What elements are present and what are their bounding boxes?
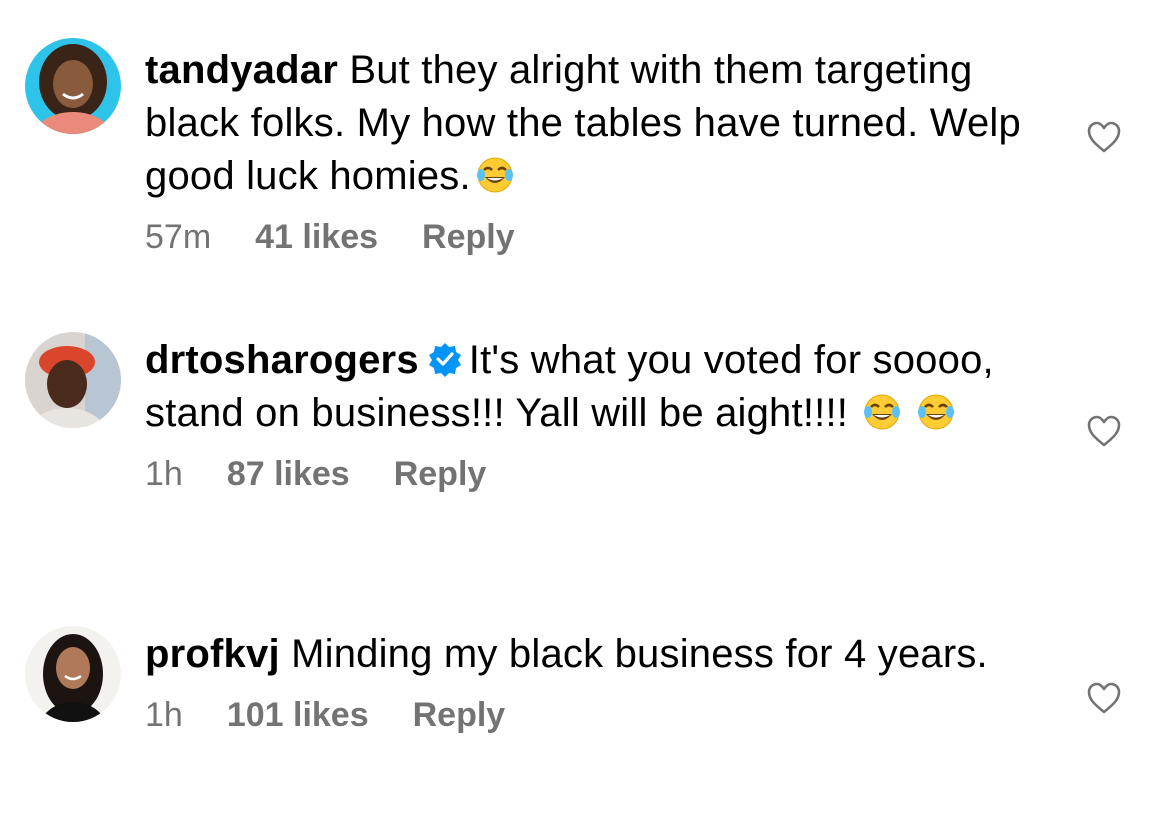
likes-count[interactable]: 41 likes — [255, 217, 378, 257]
heart-outline-icon[interactable] — [1086, 120, 1122, 154]
comment-meta: 1h 87 likes Reply — [145, 454, 1045, 494]
avatar[interactable] — [25, 626, 121, 722]
face-with-tears-of-joy-emoji — [476, 157, 513, 193]
timestamp: 57m — [145, 218, 212, 256]
avatar[interactable] — [25, 332, 121, 428]
reply-button[interactable]: Reply — [394, 454, 487, 494]
comment-text: tandyadar But they alright with them tar… — [145, 44, 1045, 203]
comment-text: drtosharogers It's what you voted for soo… — [145, 334, 1045, 440]
timestamp: 1h — [145, 455, 183, 493]
comment-body: Minding my black business for 4 years. — [291, 632, 988, 676]
face-with-tears-of-joy-emoji — [864, 394, 901, 430]
timestamp: 1h — [145, 696, 183, 734]
face-with-tears-of-joy-emoji — [918, 394, 955, 430]
heart-outline-icon[interactable] — [1086, 414, 1122, 448]
username[interactable]: profkvj — [145, 632, 280, 676]
likes-count[interactable]: 87 likes — [227, 454, 350, 494]
likes-count[interactable]: 101 likes — [227, 695, 369, 735]
username[interactable]: drtosharogers — [145, 338, 419, 382]
username[interactable]: tandyadar — [145, 48, 338, 92]
avatar[interactable] — [25, 38, 121, 134]
heart-outline-icon[interactable] — [1086, 681, 1122, 715]
reply-button[interactable]: Reply — [422, 217, 515, 257]
reply-button[interactable]: Reply — [413, 695, 506, 735]
verified-badge-icon — [428, 343, 461, 377]
comment-text: profkvj Minding my black business for 4 … — [145, 628, 1045, 681]
comment-meta: 1h 101 likes Reply — [145, 695, 1045, 735]
comment-meta: 57m 41 likes Reply — [145, 217, 1045, 257]
